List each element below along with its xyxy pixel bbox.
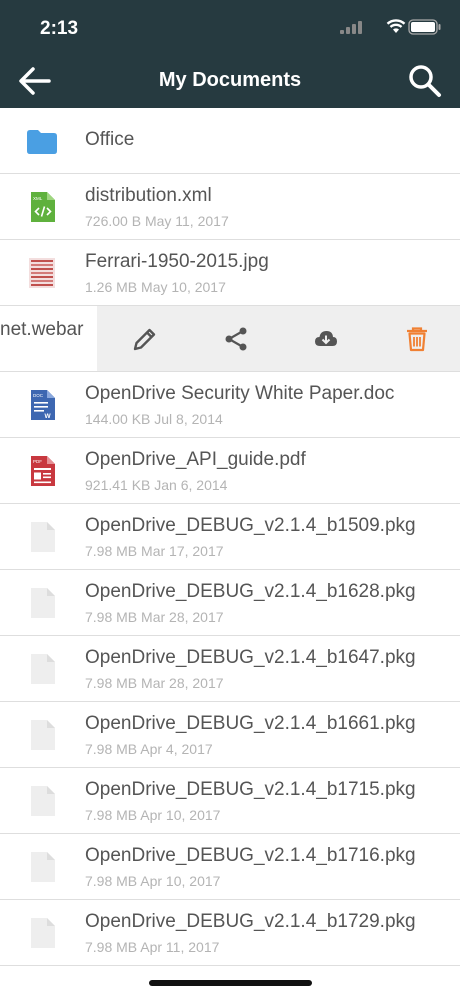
file-name: OpenDrive_API_guide.pdf [85, 449, 306, 470]
share-icon[interactable] [223, 326, 249, 352]
svg-text:XML: XML [33, 196, 43, 201]
swipe-action-row: net.webar [0, 306, 460, 372]
list-item[interactable]: PDF OpenDrive_API_guide.pdf 921.41 KB Ja… [0, 438, 460, 504]
file-meta: 7.98 MB Apr 4, 2017 [85, 741, 213, 757]
pdf-file-icon: PDF [31, 456, 55, 486]
file-name: OpenDrive_DEBUG_v2.1.4_b1628.pkg [85, 581, 416, 602]
edit-pencil-icon[interactable] [132, 326, 158, 352]
svg-text:PDF: PDF [33, 459, 42, 464]
generic-file-icon [31, 786, 55, 816]
file-meta: 726.00 B May 11, 2017 [85, 213, 229, 229]
file-name: distribution.xml [85, 185, 212, 206]
list-item[interactable]: OpenDrive_DEBUG_v2.1.4_b1628.pkg 7.98 MB… [0, 570, 460, 636]
download-cloud-icon[interactable] [313, 326, 339, 352]
wifi-icon [386, 19, 406, 33]
cellular-signal-icon [340, 21, 362, 34]
status-bar: 2:13 [0, 0, 460, 54]
file-meta: 7.98 MB Apr 10, 2017 [85, 873, 221, 889]
battery-icon [408, 19, 441, 35]
file-name: OpenDrive Security White Paper.doc [85, 383, 395, 404]
file-list: Office XML distribution.xml 726.00 B May… [0, 108, 460, 966]
list-item[interactable]: Ferrari-1950-2015.jpg 1.26 MB May 10, 20… [0, 240, 460, 306]
list-item[interactable]: OpenDrive_DEBUG_v2.1.4_b1509.pkg 7.98 MB… [0, 504, 460, 570]
file-meta: 7.98 MB Apr 10, 2017 [85, 807, 221, 823]
svg-text:DOC: DOC [33, 393, 44, 398]
generic-file-icon [31, 654, 55, 684]
file-meta: 144.00 KB Jul 8, 2014 [85, 411, 223, 427]
generic-file-icon [31, 588, 55, 618]
list-item[interactable]: OpenDrive_DEBUG_v2.1.4_b1716.pkg 7.98 MB… [0, 834, 460, 900]
home-indicator[interactable] [149, 980, 312, 986]
list-item[interactable]: OpenDrive_DEBUG_v2.1.4_b1661.pkg 7.98 MB… [0, 702, 460, 768]
file-meta: 7.98 MB Mar 28, 2017 [85, 609, 224, 625]
svg-text:W: W [45, 413, 52, 420]
delete-trash-icon[interactable] [404, 326, 430, 352]
file-meta: 7.98 MB Mar 28, 2017 [85, 675, 224, 691]
list-item[interactable]: OpenDrive_DEBUG_v2.1.4_b1647.pkg 7.98 MB… [0, 636, 460, 702]
search-icon[interactable] [406, 62, 444, 100]
generic-file-icon [31, 852, 55, 882]
folder-icon [27, 130, 57, 154]
file-meta: 7.98 MB Apr 11, 2017 [85, 939, 220, 955]
word-document-icon: DOC W [31, 390, 55, 420]
status-time: 2:13 [40, 18, 79, 39]
xml-file-icon: XML [31, 192, 55, 222]
generic-file-icon [31, 918, 55, 948]
swiped-item[interactable]: net.webar [0, 306, 97, 371]
image-thumbnail-icon [29, 258, 55, 288]
generic-file-icon [31, 720, 55, 750]
file-name: OpenDrive_DEBUG_v2.1.4_b1715.pkg [85, 779, 416, 800]
file-name: OpenDrive_DEBUG_v2.1.4_b1729.pkg [85, 911, 416, 932]
list-item[interactable]: XML distribution.xml 726.00 B May 11, 20… [0, 174, 460, 240]
file-name: OpenDrive_DEBUG_v2.1.4_b1509.pkg [85, 515, 416, 536]
file-name: OpenDrive_DEBUG_v2.1.4_b1716.pkg [85, 845, 416, 866]
navigation-bar: My Documents [0, 54, 460, 108]
list-item[interactable]: OpenDrive_DEBUG_v2.1.4_b1715.pkg 7.98 MB… [0, 768, 460, 834]
file-meta: 7.98 MB Mar 17, 2017 [85, 543, 224, 559]
app-header: 2:13 My Documents [0, 0, 460, 108]
generic-file-icon [31, 522, 55, 552]
file-name: Office [85, 129, 135, 150]
swiped-item-name: net.webar [0, 319, 84, 340]
file-meta: 1.26 MB May 10, 2017 [85, 279, 226, 295]
file-meta: 921.41 KB Jan 6, 2014 [85, 477, 228, 493]
list-item[interactable]: DOC W OpenDrive Security White Paper.doc… [0, 372, 460, 438]
file-name: Ferrari-1950-2015.jpg [85, 251, 269, 272]
list-item[interactable]: OpenDrive_DEBUG_v2.1.4_b1729.pkg 7.98 MB… [0, 900, 460, 966]
file-name: OpenDrive_DEBUG_v2.1.4_b1661.pkg [85, 713, 416, 734]
list-item[interactable]: Office [0, 108, 460, 174]
file-name: OpenDrive_DEBUG_v2.1.4_b1647.pkg [85, 647, 416, 668]
page-title: My Documents [158, 69, 302, 91]
